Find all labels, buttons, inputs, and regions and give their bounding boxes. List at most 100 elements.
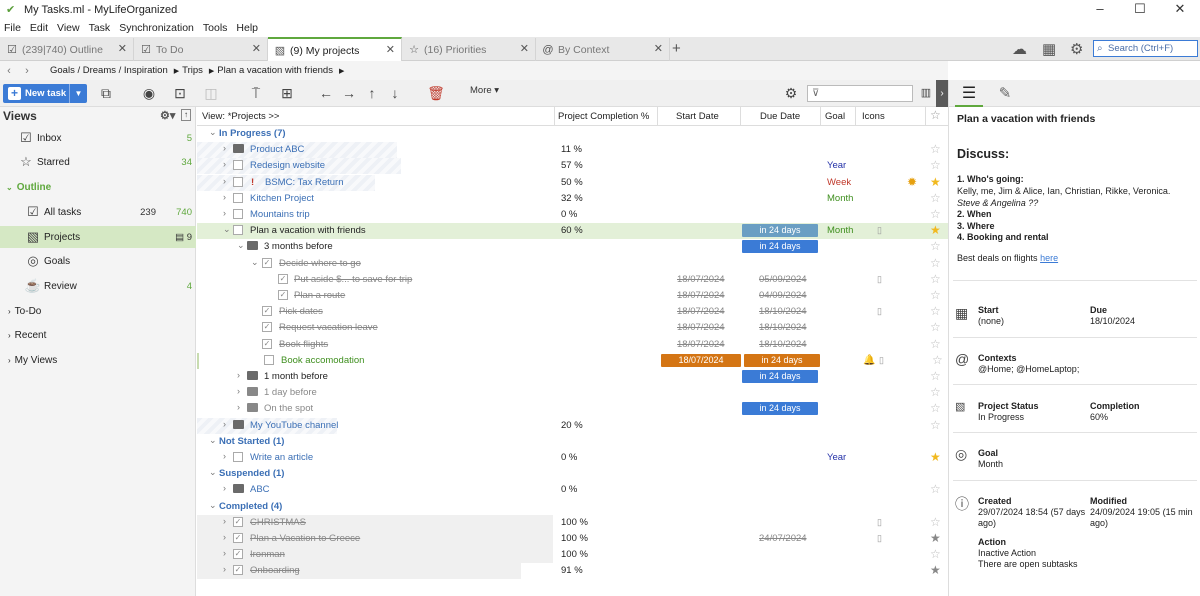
task-title[interactable]: Ironman [250, 549, 285, 560]
tab-my-projects[interactable]: ▧ (9) My projects ✕ [268, 37, 402, 62]
star-icon[interactable]: ☆ [930, 418, 941, 432]
sidebar-icon[interactable]: ◫ [201, 84, 221, 103]
columns-icon[interactable]: ▥ [916, 84, 936, 103]
collapse-chevron-icon[interactable]: ⌄ [237, 240, 245, 251]
tab-todo[interactable]: ☑ To Do ✕ [134, 38, 268, 61]
task-checkbox[interactable] [264, 354, 274, 365]
menu-task[interactable]: Task [89, 22, 111, 34]
collapse-chevron-icon[interactable]: ⌄ [209, 127, 217, 138]
group-row-not-started[interactable]: ⌄ Not Started (1) [197, 434, 948, 450]
task-title[interactable]: Plan a Vacation to Greece [250, 533, 360, 544]
expand-chevron-icon[interactable]: › [223, 208, 226, 218]
task-title[interactable]: My YouTube channel [250, 420, 338, 431]
table-row[interactable]: › 1 day before ☆ [197, 385, 948, 401]
table-row[interactable]: › Kitchen Project 32 % Month ☆ [197, 191, 948, 207]
task-title[interactable]: On the spot [264, 403, 313, 414]
star-icon[interactable]: ☆ [930, 304, 941, 318]
star-icon[interactable]: ☆ [930, 272, 941, 286]
star-icon[interactable]: ☆ [930, 191, 941, 205]
close-tab-icon[interactable]: ✕ [654, 42, 663, 55]
expand-chevron-icon[interactable]: › [237, 402, 240, 412]
star-icon[interactable]: ☆ [930, 385, 941, 399]
edit-icon[interactable]: ✎ [991, 83, 1019, 107]
task-title[interactable]: Write an article [250, 452, 313, 463]
expand-chevron-icon[interactable]: › [223, 419, 226, 429]
star-icon[interactable]: ☆ [930, 239, 941, 253]
focus-icon[interactable]: ⊡ [170, 84, 190, 103]
table-row[interactable]: › ABC 0 % ☆ [197, 482, 948, 498]
breadcrumb-plan-vacation[interactable]: Plan a vacation with friends [217, 65, 333, 76]
star-icon[interactable]: ☆ [930, 158, 941, 172]
group-row-completed[interactable]: ⌄ Completed (4) [197, 499, 948, 515]
new-task-button[interactable]: + New task ▼ [3, 84, 87, 103]
back-arrow-icon[interactable]: ‹ [0, 65, 18, 77]
star-icon[interactable]: ★ [930, 175, 941, 189]
sidebar-item-my-views[interactable]: › My Views [0, 349, 196, 371]
task-title[interactable]: Onboarding [250, 565, 300, 576]
task-checkbox-checked[interactable]: ✓ [262, 257, 272, 268]
forward-arrow-icon[interactable]: › [18, 65, 36, 77]
task-title[interactable]: CHRISTMAS [250, 517, 306, 528]
col-icons[interactable]: Icons [862, 111, 885, 122]
filter-input[interactable]: ⊽ [807, 85, 913, 102]
task-checkbox-checked[interactable]: ✓ [233, 549, 243, 560]
star-icon[interactable]: ☆ [930, 401, 941, 415]
task-title[interactable]: 1 day before [264, 387, 317, 398]
col-start-date[interactable]: Start Date [676, 111, 719, 122]
view-settings-icon[interactable]: ⚙ [781, 84, 801, 103]
task-title[interactable]: Request vacation leave [279, 322, 378, 333]
maximize-button[interactable]: ☐ [1120, 0, 1160, 18]
more-button[interactable]: More ▾ [470, 85, 499, 96]
col-completion[interactable]: Project Completion % [558, 111, 649, 122]
task-checkbox-checked[interactable]: ✓ [233, 516, 243, 527]
copy-icon[interactable]: ⧉ [96, 84, 116, 103]
eye-icon[interactable]: ◉ [139, 84, 159, 103]
star-icon[interactable]: ☆ [930, 482, 941, 496]
task-title[interactable]: Plan a vacation with friends [250, 225, 366, 236]
menu-synchronization[interactable]: Synchronization [119, 22, 194, 34]
close-button[interactable]: ✕ [1160, 0, 1200, 18]
table-row[interactable]: ✓ Book flights 18/07/2024 18/10/2024 ☆ [197, 337, 948, 353]
expand-chevron-icon[interactable]: › [223, 483, 226, 493]
star-icon[interactable]: ☆ [930, 256, 941, 270]
task-title[interactable]: Pick dates [279, 306, 323, 317]
task-checkbox-checked[interactable]: ✓ [233, 565, 243, 576]
task-checkbox-checked[interactable]: ✓ [278, 273, 288, 284]
task-title[interactable]: Redesign website [250, 160, 325, 171]
group-row-in-progress[interactable]: ⌄ In Progress (7) [197, 126, 948, 142]
table-row[interactable]: › On the spot in 24 days ☆ [197, 401, 948, 417]
expand-chevron-icon[interactable]: › [237, 386, 240, 396]
task-checkbox[interactable] [233, 452, 243, 462]
expand-chevron-icon[interactable]: › [223, 532, 226, 542]
star-column-icon[interactable]: ☆ [930, 108, 941, 122]
task-checkbox[interactable] [233, 192, 243, 203]
task-title[interactable]: Decide where to go [279, 258, 361, 269]
details-list-icon[interactable]: ☰ [955, 83, 983, 107]
collapse-chevron-icon[interactable]: ⌄ [223, 224, 231, 235]
collapse-panel-button[interactable]: › [936, 80, 948, 107]
arrow-left-icon[interactable]: ← [316, 84, 336, 103]
star-icon[interactable]: ★ [930, 563, 941, 577]
expand-chevron-icon[interactable]: › [223, 159, 226, 169]
task-checkbox[interactable] [233, 160, 243, 171]
hierarchy-icon[interactable]: ⊞ [277, 84, 297, 103]
star-icon[interactable]: ☆ [930, 142, 941, 156]
task-checkbox-checked[interactable]: ✓ [262, 306, 272, 317]
menu-file[interactable]: File [4, 22, 21, 34]
arrow-up-icon[interactable]: ↑ [362, 84, 382, 103]
star-icon[interactable]: ☆ [930, 337, 941, 351]
group-row-suspended[interactable]: ⌄ Suspended (1) [197, 466, 948, 482]
expand-chevron-icon[interactable]: › [223, 548, 226, 558]
table-row[interactable]: ⌄ ✓ Decide where to go ☆ [197, 256, 948, 272]
expand-chevron-icon[interactable]: › [223, 192, 226, 202]
table-row[interactable]: › My YouTube channel 20 % ☆ [197, 417, 948, 434]
col-due-date[interactable]: Due Date [760, 111, 800, 122]
sidebar-item-goals[interactable]: ◎ Goals [0, 250, 196, 272]
star-icon[interactable]: ★ [930, 450, 941, 464]
calendar-icon[interactable]: ▦ [1042, 40, 1056, 58]
menu-edit[interactable]: Edit [30, 22, 48, 34]
tab-by-context[interactable]: @ By Context ✕ [536, 38, 670, 61]
star-icon[interactable]: ☆ [930, 288, 941, 302]
expand-chevron-icon[interactable]: › [237, 370, 240, 380]
sidebar-item-review[interactable]: ☕ Review 4 [0, 275, 196, 297]
